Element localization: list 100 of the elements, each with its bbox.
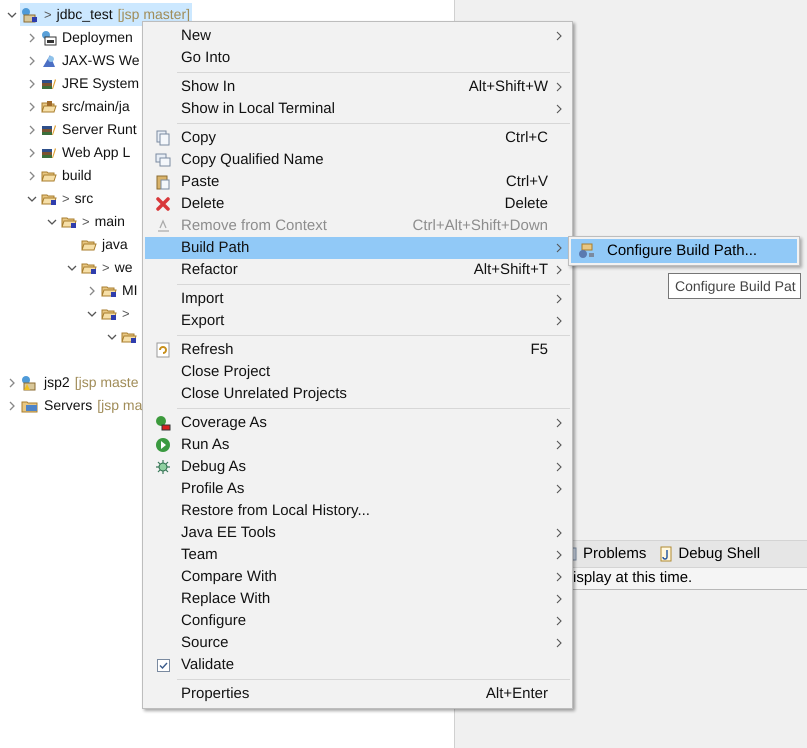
chevron-down-icon[interactable] [67,262,77,272]
menu-item[interactable]: Configure [145,610,570,632]
menu-item[interactable]: Show In Alt+Shift+W [145,76,570,98]
copy-icon [156,130,170,146]
chevron-right-icon[interactable] [87,286,97,296]
tree-item[interactable]: java [80,233,130,256]
folder-icon [81,238,97,252]
menu-item[interactable]: Delete Delete [145,193,570,215]
refresh-icon [156,342,170,358]
menu-item[interactable]: Copy Qualified Name [145,149,570,171]
servers-folder-icon [21,398,39,412]
menu-item[interactable]: Replace With [145,588,570,610]
menu-item[interactable]: Java EE Tools [145,522,570,544]
chevron-right-icon[interactable] [27,56,37,66]
tree-item[interactable]: > jdbc_test [jsp master] [20,3,192,26]
chevron-right-icon[interactable] [27,170,37,180]
menu-item[interactable]: New [145,25,570,47]
tree-item-label: main [94,212,125,231]
chevron-right-icon[interactable] [27,78,37,88]
tree-item-label: java [102,235,128,254]
tree-item[interactable]: jsp2 [jsp maste [20,371,140,394]
chevron-down-icon[interactable] [47,216,57,226]
chevron-down-icon[interactable] [87,308,97,318]
tree-item-label: build [62,166,92,185]
chevron-down-icon[interactable] [27,194,37,204]
tree-item[interactable]: JAX-WS We [40,49,142,72]
remove-icon [155,219,171,233]
shortcut-label: Delete [504,194,548,214]
tree-item-label: JAX-WS We [62,51,140,70]
chevron-right-icon [556,550,562,560]
chevron-down-icon[interactable] [107,332,117,342]
chevron-right-icon [556,594,562,604]
menu-item[interactable]: Build Path [145,237,570,259]
web-service-icon [41,52,57,68]
menu-item[interactable]: Close Project [145,361,570,383]
menu-item[interactable]: Team [145,544,570,566]
menu-item[interactable]: Validate [145,654,570,676]
tree-item-label: src/main/ja [62,97,130,116]
menu-item[interactable]: Export [145,310,570,332]
chevron-right-icon [556,572,562,582]
chevron-right-icon[interactable] [7,378,17,388]
git-decorator: > [62,190,70,208]
menu-item[interactable]: Paste Ctrl+V [145,171,570,193]
chevron-right-icon [556,316,562,326]
folder-question-icon [101,284,117,298]
tree-item-label: Deploymen [62,28,133,47]
folder-question-icon [121,330,137,344]
menu-item[interactable]: Copy Ctrl+C [145,127,570,149]
tree-item[interactable]: JRE System [40,72,142,95]
chevron-right-icon [556,265,562,275]
shortcut-label: Ctrl+V [506,172,548,192]
tree-item[interactable]: Server Runt [40,118,139,141]
view-tab[interactable]: Debug Shell [660,542,760,566]
menu-item[interactable]: Import [145,288,570,310]
tree-item[interactable]: src/main/ja [40,95,132,118]
tree-item[interactable]: build [40,164,94,187]
menu-item[interactable]: Go Into [145,47,570,69]
status-message: isplay at this time. [573,568,692,588]
tree-item-label: JRE System [62,74,140,93]
menu-item[interactable]: Refresh F5 [145,339,570,361]
tree-item[interactable]: > src [40,187,96,210]
tree-item[interactable]: Web App L [40,141,132,164]
tree-item[interactable]: Servers [jsp ma [20,394,144,417]
menu-item[interactable]: Restore from Local History... [145,500,570,522]
tree-item-label: jdbc_test [56,5,113,24]
copy-icon [155,152,171,168]
shortcut-label: Alt+Shift+W [468,76,548,97]
tree-item[interactable]: > we [80,256,134,279]
chevron-right-icon[interactable] [27,102,37,112]
tree-item-label: MI [122,281,138,300]
chevron-right-icon [556,462,562,472]
menu-item[interactable]: Close Unrelated Projects [145,383,570,405]
menu-item[interactable]: Compare With [145,566,570,588]
menu-item[interactable]: Configure Build Path... [571,239,797,263]
chevron-right-icon[interactable] [27,124,37,134]
tree-item-label: src [74,189,94,208]
menu-item[interactable]: Debug As [145,456,570,478]
tree-item[interactable]: > [100,302,132,325]
tree-item[interactable]: Deploymen [40,26,135,49]
menu-item[interactable]: Run As [145,434,570,456]
branch-label: [jsp maste [74,373,138,392]
chevron-right-icon[interactable] [27,148,37,158]
chevron-right-icon[interactable] [27,32,37,42]
menu-item[interactable]: Refactor Alt+Shift+T [145,259,570,281]
tree-item[interactable]: MI [100,279,140,302]
menu-item[interactable]: Properties Alt+Enter [145,683,570,705]
chevron-down-icon[interactable] [7,10,17,20]
folder-question-icon [61,214,77,228]
git-decorator: > [122,304,130,323]
chevron-right-icon [556,484,562,494]
menu-item[interactable]: Show in Local Terminal [145,98,570,120]
menu-item[interactable]: Coverage As [145,412,570,434]
tree-item[interactable]: > main [60,210,127,233]
chevron-right-icon[interactable] [7,400,17,410]
menu-item[interactable]: Profile As [145,478,570,500]
deployment-icon [41,30,57,46]
bug-icon [155,459,171,475]
tree-item-label: Web App L [62,143,130,162]
books-icon [41,76,57,90]
menu-item[interactable]: Source [145,632,570,654]
